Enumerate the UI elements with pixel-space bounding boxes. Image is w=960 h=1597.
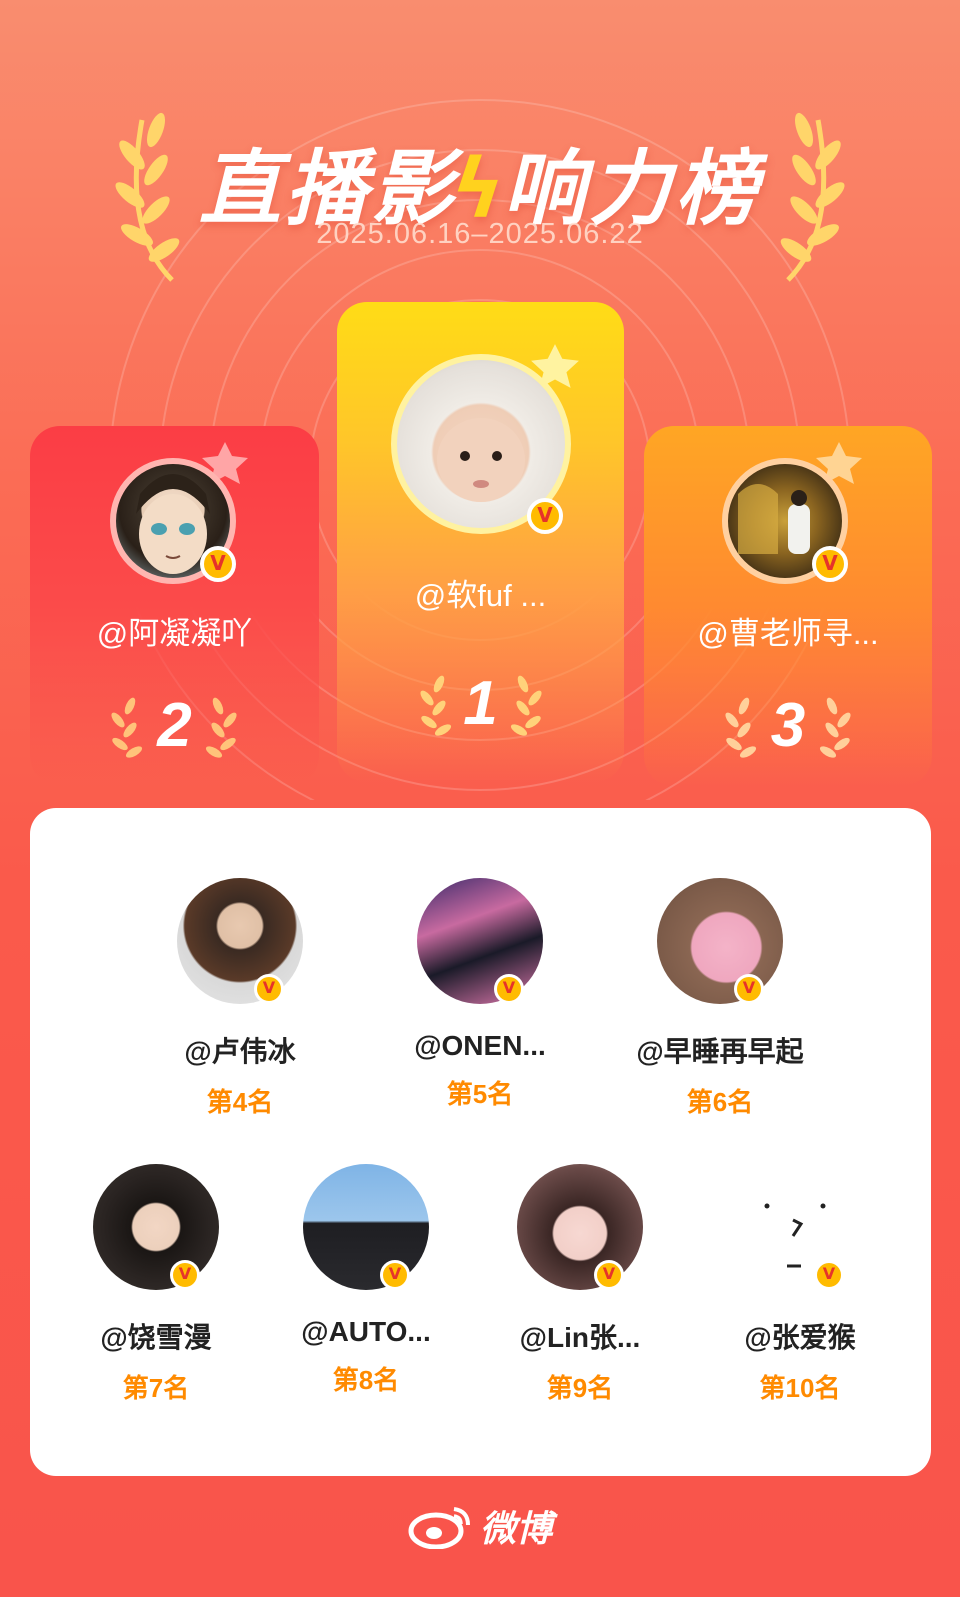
podium-name[interactable]: @阿凝凝吖 [30,608,319,653]
rank-label: 第8名 [332,1365,400,1395]
rank-label: 第7名 [122,1373,190,1403]
verified-badge-icon: V [254,974,284,1004]
podium-name[interactable]: @曹老师寻... [644,608,932,653]
avatar[interactable] [657,878,783,1004]
rank-label: 第4名 [206,1087,274,1117]
verified-badge-icon: V [527,498,563,534]
verified-badge-icon: V [814,1260,844,1290]
avatar[interactable] [93,1164,219,1290]
verified-badge-icon: V [594,1260,624,1290]
list-item[interactable]: V @饶雪漫 第7名 [56,1164,256,1405]
verified-badge-icon: V [170,1260,200,1290]
list-item[interactable]: V @ONEN... 第5名 [380,878,580,1111]
podium-rank-2[interactable]: V @阿凝凝吖 2 [30,426,319,786]
weibo-brand-text: 微博 [479,1508,552,1549]
list-item[interactable]: V @Lin张... 第9名 [480,1164,680,1405]
verified-badge-icon: V [200,546,236,582]
user-name[interactable]: @早睡再早起 [620,1030,820,1070]
rank-number: 3 [770,691,806,760]
avatar[interactable] [517,1164,643,1290]
user-name[interactable]: @张爱猴 [700,1316,900,1356]
rank-label: 第9名 [546,1373,614,1403]
avatar[interactable] [737,1164,863,1290]
podium-rank-3[interactable]: V @曹老师寻... 3 [644,426,932,786]
rank-number: 2 [157,691,192,760]
avatar[interactable] [303,1164,429,1290]
verified-badge-icon: V [380,1260,410,1290]
list-item[interactable]: V @张爱猴 第10名 [700,1164,900,1405]
rank-label: 第5名 [446,1079,514,1109]
avatar[interactable] [417,878,543,1004]
user-name[interactable]: @ONEN... [380,1030,580,1062]
user-name[interactable]: @卢伟冰 [140,1030,340,1070]
footer: 微博 [0,1500,960,1552]
user-name[interactable]: @饶雪漫 [56,1316,256,1356]
weibo-logo-icon [408,1507,470,1549]
rank-label: 第10名 [759,1373,841,1403]
user-name[interactable]: @Lin张... [480,1316,680,1356]
verified-badge-icon: V [812,546,848,582]
podium-rank-1[interactable]: V @软fuf ... 1 [337,302,624,782]
list-item[interactable]: V @AUTO... 第8名 [266,1164,466,1397]
avatar-doodle-face [764,1203,826,1268]
podium-name[interactable]: @软fuf ... [337,570,624,615]
user-name[interactable]: @AUTO... [266,1316,466,1348]
date-range: 2025.06.16–2025.06.22 [316,218,644,250]
list-item[interactable]: V @早睡再早起 第6名 [620,878,820,1119]
list-item[interactable]: V @卢伟冰 第4名 [140,878,340,1119]
header: 直播影ϟ响力榜 2025.06.16–2025.06.22 [0,100,960,300]
verified-badge-icon: V [494,974,524,1004]
ranking-list-panel: V @卢伟冰 第4名 V @ONEN... 第5名 V @早睡再早起 第6名 V… [30,808,931,1476]
rank-label: 第6名 [686,1087,754,1117]
verified-badge-icon: V [734,974,764,1004]
rank-number: 1 [463,669,498,738]
avatar[interactable] [177,878,303,1004]
